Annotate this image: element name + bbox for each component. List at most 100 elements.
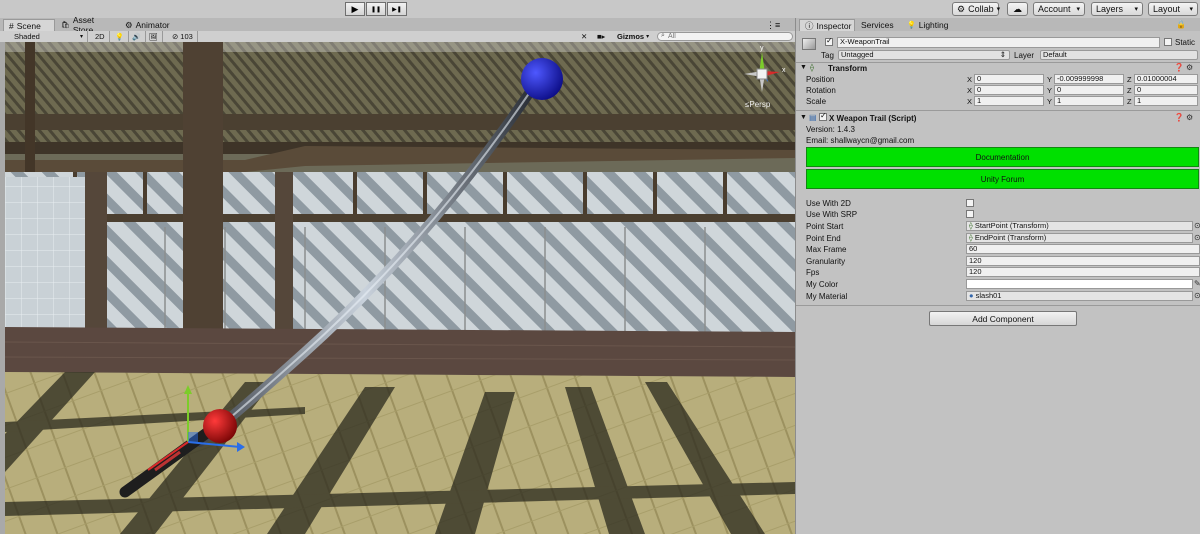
- camera-icon[interactable]: ■▸: [597, 31, 605, 42]
- scale-y-field[interactable]: 1: [1054, 96, 1124, 106]
- shading-mode-dropdown[interactable]: Shaded ▾: [10, 31, 88, 42]
- scale-x-field[interactable]: 1: [974, 96, 1044, 106]
- scene-render: y x: [5, 42, 795, 534]
- point-end-value: EndPoint (Transform): [974, 233, 1047, 242]
- lighting-icon: 💡: [907, 22, 916, 29]
- point-end-label: Point End: [806, 234, 841, 243]
- hidden-objects-toggle[interactable]: ⊘ 103: [168, 31, 198, 42]
- active-checkbox[interactable]: [825, 36, 833, 46]
- scene-viewport[interactable]: y x ≤Persp: [5, 42, 795, 534]
- object-picker-icon[interactable]: ⊙: [1194, 291, 1200, 300]
- transform-icon: ⟠: [969, 221, 973, 230]
- layout-dropdown[interactable]: Layout ▾: [1148, 2, 1198, 16]
- cloud-button[interactable]: ☁: [1007, 2, 1028, 16]
- layer-label: Layer: [1014, 51, 1035, 60]
- max-frame-field[interactable]: 60: [966, 244, 1200, 254]
- tab-menu-icon[interactable]: ⋮≡: [766, 20, 780, 31]
- chevron-down-icon: ▾: [79, 34, 83, 40]
- tab-lighting[interactable]: 💡 Lighting: [902, 19, 952, 31]
- layer-dropdown[interactable]: Default: [1040, 50, 1198, 60]
- mode-2d-label: 2D: [95, 32, 105, 41]
- rotation-x-field[interactable]: 0: [974, 85, 1044, 95]
- chevron-down-icon: ▾: [1134, 6, 1138, 13]
- step-button[interactable]: ▶❚: [387, 2, 407, 16]
- play-button[interactable]: ▶: [345, 2, 365, 16]
- tag-dropdown[interactable]: Untagged ⇕: [838, 50, 1010, 60]
- layers-dropdown[interactable]: Layers ▾: [1091, 2, 1143, 16]
- foldout-arrow-icon[interactable]: ▼: [800, 64, 807, 71]
- eyedropper-icon[interactable]: ✎: [1194, 279, 1200, 288]
- collab-label: Collab: [968, 4, 994, 14]
- my-color-label: My Color: [806, 280, 839, 289]
- object-name-field[interactable]: X-WeaponTrail: [837, 37, 1160, 48]
- tools-icon[interactable]: ✕: [581, 31, 587, 42]
- unity-forum-button[interactable]: Unity Forum: [806, 169, 1199, 189]
- static-checkbox[interactable]: [1164, 38, 1172, 46]
- documentation-button[interactable]: Documentation: [806, 147, 1199, 167]
- use-with-srp-checkbox[interactable]: [966, 210, 974, 218]
- use-with-2d-checkbox[interactable]: [966, 199, 974, 207]
- help-icon[interactable]: ❓: [1174, 63, 1184, 72]
- rotation-y-field[interactable]: 0: [1054, 85, 1124, 95]
- search-icon: ⌕: [661, 32, 665, 39]
- tab-label: Inspector: [816, 20, 852, 31]
- info-icon: ⓘ: [805, 20, 814, 31]
- settings-icon[interactable]: ⚙: [1186, 113, 1193, 122]
- transform-title: Transform: [828, 64, 868, 73]
- collab-dropdown[interactable]: ⚙ Collab ▾: [952, 2, 1000, 16]
- tab-services[interactable]: Services: [856, 19, 900, 31]
- tab-asset-store[interactable]: 🛍 Asset Store: [56, 15, 118, 35]
- account-dropdown[interactable]: Account ▾: [1033, 2, 1085, 16]
- granularity-field[interactable]: 120: [966, 256, 1200, 266]
- script-enabled-checkbox[interactable]: [819, 111, 827, 121]
- scene-search-input[interactable]: [668, 33, 788, 40]
- static-label: Static: [1175, 38, 1196, 47]
- toggle-2d-button[interactable]: 2D: [91, 31, 110, 42]
- eye-icon: ⊘: [172, 32, 179, 41]
- axis-y-label: Y: [1047, 86, 1053, 95]
- effects-dropdown[interactable]: 🖼: [145, 31, 163, 42]
- my-material-field[interactable]: ● slash01: [966, 291, 1193, 301]
- fps-field[interactable]: 120: [966, 267, 1200, 277]
- foldout-arrow-icon[interactable]: ▼: [800, 114, 807, 121]
- my-material-value: slash01: [975, 291, 1002, 300]
- my-color-swatch[interactable]: [966, 279, 1193, 289]
- object-picker-icon[interactable]: ⊙: [1194, 221, 1200, 230]
- point-end-field[interactable]: ⟠ EndPoint (Transform): [966, 233, 1193, 243]
- tab-scene[interactable]: # Scene: [3, 19, 55, 31]
- point-start-label: Point Start: [806, 222, 844, 231]
- lighting-toggle[interactable]: 💡: [111, 31, 129, 42]
- audio-toggle[interactable]: 🔊: [128, 31, 146, 42]
- chevron-down-icon: ▾: [1076, 6, 1080, 13]
- grid-icon: #: [9, 20, 14, 31]
- gizmos-dropdown[interactable]: Gizmos ▾: [617, 31, 649, 42]
- pause-button[interactable]: ❚❚: [366, 2, 386, 16]
- position-z-field[interactable]: 0.01000004: [1134, 74, 1198, 84]
- tab-inspector[interactable]: ⓘ Inspector: [799, 19, 855, 31]
- scale-z-field[interactable]: 1: [1134, 96, 1198, 106]
- use-with-2d-label: Use With 2D: [806, 199, 851, 208]
- chevron-down-icon: ▾: [1189, 6, 1193, 13]
- play-icon: ▶: [351, 3, 359, 14]
- scene-search-field[interactable]: ⌕: [657, 32, 793, 41]
- perspective-label[interactable]: ≤Persp: [745, 100, 770, 109]
- object-picker-icon[interactable]: ⊙: [1194, 233, 1200, 242]
- settings-icon[interactable]: ⚙: [1186, 63, 1193, 72]
- transform-icon: ⟠: [810, 63, 814, 72]
- gameobject-icon: [802, 38, 816, 50]
- add-component-button[interactable]: Add Component: [929, 311, 1077, 326]
- axis-z-label: Z: [1127, 75, 1132, 84]
- position-y-field[interactable]: -0.009999998: [1054, 74, 1124, 84]
- rotation-z-field[interactable]: 0: [1134, 85, 1198, 95]
- svg-text:y: y: [760, 45, 764, 52]
- help-icon[interactable]: ❓: [1174, 113, 1184, 122]
- tab-animator[interactable]: ⚙ Animator: [120, 19, 176, 31]
- axis-z-label: Z: [1127, 86, 1132, 95]
- axis-z-label: Z: [1127, 97, 1132, 106]
- version-text: Version: 1.4.3: [806, 125, 855, 134]
- divider: [796, 110, 1200, 111]
- layout-label: Layout: [1153, 4, 1181, 14]
- lock-icon[interactable]: 🔒: [1176, 20, 1186, 29]
- position-x-field[interactable]: 0: [974, 74, 1044, 84]
- point-start-field[interactable]: ⟠ StartPoint (Transform): [966, 221, 1193, 231]
